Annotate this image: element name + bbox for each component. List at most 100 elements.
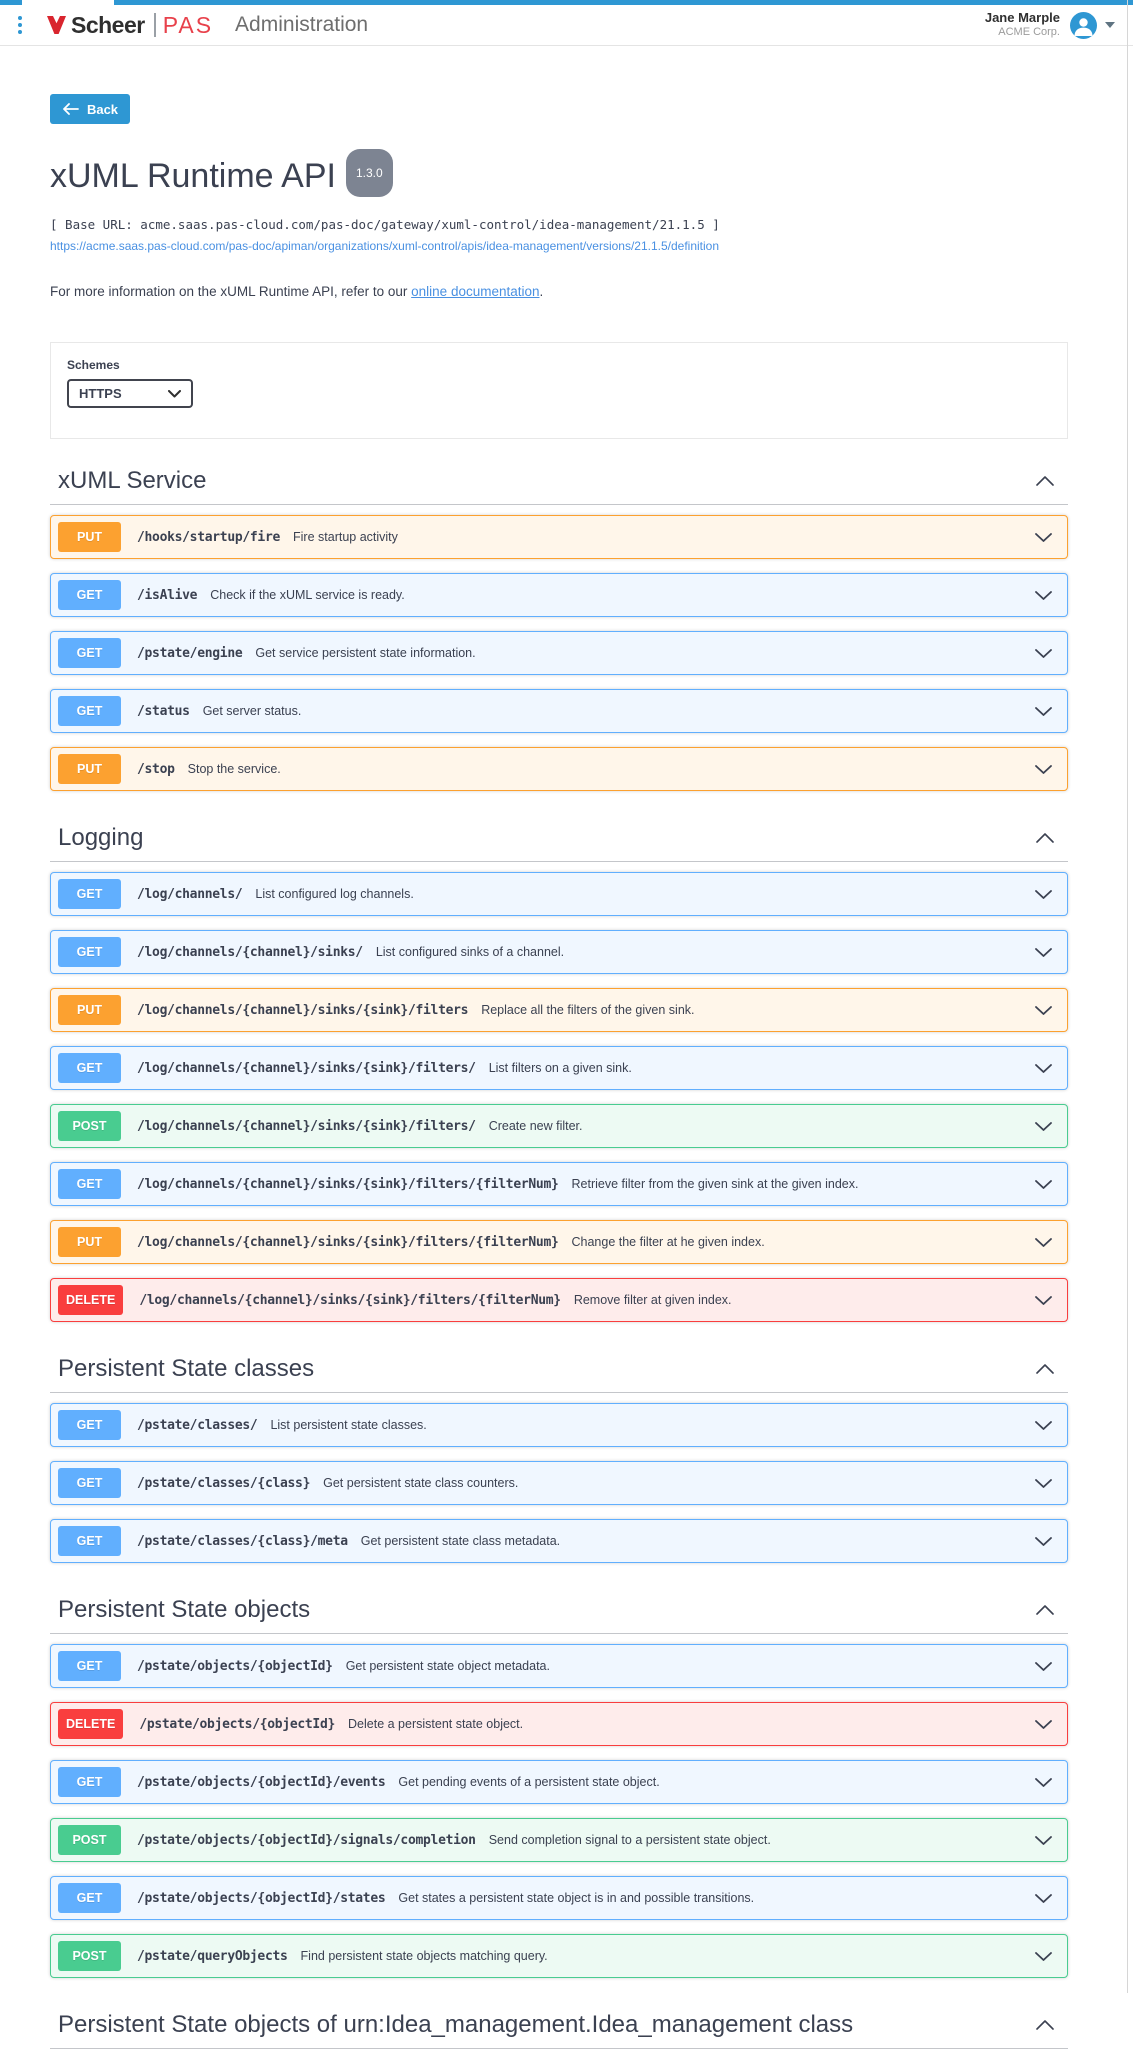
chevron-down-icon[interactable] [1025, 1778, 1052, 1787]
endpoint-row[interactable]: DELETE /pstate/objects/{objectId} Delete… [50, 1702, 1068, 1746]
top-accent-bar-gap [22, 0, 114, 5]
user-menu-caret-icon[interactable] [1105, 22, 1115, 28]
endpoint-row[interactable]: GET /pstate/engine Get service persisten… [50, 631, 1068, 675]
schemes-label: Schemes [67, 358, 1051, 372]
endpoint-row[interactable]: POST /log/channels/{channel}/sinks/{sink… [50, 1104, 1068, 1148]
method-badge: GET [58, 1169, 121, 1199]
chevron-up-icon [1036, 1364, 1054, 1374]
online-documentation-link[interactable]: online documentation [411, 284, 539, 299]
method-badge: GET [58, 1883, 121, 1913]
section-header: xUML Service [50, 467, 1068, 505]
method-badge: DELETE [58, 1709, 123, 1739]
endpoint-row[interactable]: PUT /stop Stop the service. [50, 747, 1068, 791]
endpoint-row[interactable]: GET /log/channels/{channel}/sinks/{sink}… [50, 1046, 1068, 1090]
method-badge: GET [58, 879, 121, 909]
endpoint-row[interactable]: GET /pstate/classes/{class} Get persiste… [50, 1461, 1068, 1505]
endpoint-list [50, 2049, 1068, 2059]
chevron-down-icon[interactable] [1025, 890, 1052, 899]
api-section: xUML Service PUT /hooks/startup/fire Fir… [50, 467, 1068, 791]
method-badge: POST [58, 1825, 121, 1855]
endpoint-row[interactable]: DELETE /log/channels/{channel}/sinks/{si… [50, 1278, 1068, 1322]
chevron-down-icon[interactable] [1025, 1662, 1052, 1671]
endpoint-row[interactable]: PUT /log/channels/{channel}/sinks/{sink}… [50, 988, 1068, 1032]
chevron-down-icon[interactable] [1025, 765, 1052, 774]
scheer-logo-mark [46, 15, 67, 35]
endpoint-row[interactable]: POST /pstate/objects/{objectId}/signals/… [50, 1818, 1068, 1862]
chevron-down-icon[interactable] [1025, 1238, 1052, 1247]
method-badge: GET [58, 1410, 121, 1440]
endpoint-description: Get persistent state object metadata. [346, 1659, 550, 1673]
endpoint-path: /log/channels/{channel}/sinks/{sink}/fil… [137, 1061, 476, 1076]
endpoint-row[interactable]: PUT /log/channels/{channel}/sinks/{sink}… [50, 1220, 1068, 1264]
section-collapse-button[interactable] [1032, 470, 1058, 493]
endpoint-description: Check if the xUML service is ready. [210, 588, 405, 602]
chevron-down-icon[interactable] [1025, 1064, 1052, 1073]
chevron-down-icon[interactable] [1025, 1421, 1052, 1430]
chevron-down-icon[interactable] [1025, 948, 1052, 957]
chevron-down-icon[interactable] [1025, 1296, 1052, 1305]
endpoint-row[interactable]: GET /log/channels/ List configured log c… [50, 872, 1068, 916]
chevron-down-icon[interactable] [1025, 1006, 1052, 1015]
section-collapse-button[interactable] [1032, 2014, 1058, 2037]
chevron-down-icon[interactable] [1025, 1537, 1052, 1546]
chevron-down-icon[interactable] [1025, 1479, 1052, 1488]
endpoint-path: /log/channels/{channel}/sinks/{sink}/fil… [137, 1119, 476, 1134]
section-title: xUML Service [58, 467, 206, 495]
section-collapse-button[interactable] [1032, 1599, 1058, 1622]
section-collapse-button[interactable] [1032, 827, 1058, 850]
chevron-down-icon[interactable] [1025, 1952, 1052, 1961]
endpoint-row[interactable]: GET /status Get server status. [50, 689, 1068, 733]
endpoint-description: List filters on a given sink. [489, 1061, 632, 1075]
scheer-pas-logo: Scheer PAS [46, 12, 213, 39]
schemes-select[interactable]: HTTPS [67, 379, 193, 408]
chevron-down-icon[interactable] [1025, 1180, 1052, 1189]
section-collapse-button[interactable] [1032, 1358, 1058, 1381]
endpoint-row[interactable]: PUT /hooks/startup/fire Fire startup act… [50, 515, 1068, 559]
endpoint-description: Get states a persistent state object is … [398, 1891, 754, 1905]
endpoint-path: /log/channels/{channel}/sinks/{sink}/fil… [137, 1235, 559, 1250]
chevron-down-icon[interactable] [1025, 649, 1052, 658]
endpoint-row[interactable]: GET /pstate/objects/{objectId}/events Ge… [50, 1760, 1068, 1804]
endpoint-row[interactable]: GET /isAlive Check if the xUML service i… [50, 573, 1068, 617]
user-organization: ACME Corp. [985, 26, 1060, 40]
method-badge: PUT [58, 522, 121, 552]
endpoint-row[interactable]: GET /pstate/objects/{objectId} Get persi… [50, 1644, 1068, 1688]
chevron-down-icon[interactable] [1025, 707, 1052, 716]
chevron-down-icon[interactable] [1025, 1720, 1052, 1729]
scrollbar[interactable] [1127, 0, 1128, 1993]
api-definition-link[interactable]: https://acme.saas.pas-cloud.com/pas-doc/… [50, 239, 719, 253]
api-base-url: [ Base URL: acme.saas.pas-cloud.com/pas-… [50, 217, 1068, 232]
chevron-down-icon[interactable] [1025, 591, 1052, 600]
endpoint-description: Delete a persistent state object. [348, 1717, 523, 1731]
endpoint-path: /pstate/objects/{objectId}/states [137, 1891, 385, 1906]
brand-scheer: Scheer [71, 12, 145, 39]
back-button[interactable]: Back [50, 94, 130, 124]
endpoint-description: Replace all the filters of the given sin… [481, 1003, 694, 1017]
user-avatar-icon[interactable] [1070, 12, 1097, 39]
endpoint-description: Get persistent state class counters. [323, 1476, 518, 1490]
api-section: Logging GET /log/channels/ List configur… [50, 824, 1068, 1322]
endpoint-row[interactable]: GET /pstate/classes/{class}/meta Get per… [50, 1519, 1068, 1563]
endpoint-list: GET /pstate/objects/{objectId} Get persi… [50, 1634, 1068, 1978]
chevron-down-icon[interactable] [1025, 1894, 1052, 1903]
endpoint-row[interactable]: GET /log/channels/{channel}/sinks/{sink}… [50, 1162, 1068, 1206]
api-version-badge: 1.3.0 [346, 149, 393, 197]
chevron-down-icon [168, 390, 181, 398]
chevron-up-icon [1036, 1605, 1054, 1615]
endpoint-description: Get server status. [203, 704, 302, 718]
endpoint-path: /pstate/queryObjects [137, 1949, 288, 1964]
api-section: Persistent State classes GET /pstate/cla… [50, 1355, 1068, 1563]
endpoint-row[interactable]: POST /pstate/queryObjects Find persisten… [50, 1934, 1068, 1978]
endpoint-description: Find persistent state objects matching q… [301, 1949, 548, 1963]
menu-kebab-icon[interactable] [10, 12, 30, 38]
endpoint-description: Get service persistent state information… [255, 646, 475, 660]
endpoint-path: /log/channels/{channel}/sinks/{sink}/fil… [137, 1003, 468, 1018]
section-title: Persistent State objects [58, 1596, 310, 1624]
chevron-down-icon[interactable] [1025, 1836, 1052, 1845]
method-badge: GET [58, 937, 121, 967]
endpoint-row[interactable]: GET /pstate/classes/ List persistent sta… [50, 1403, 1068, 1447]
endpoint-row[interactable]: GET /pstate/objects/{objectId}/states Ge… [50, 1876, 1068, 1920]
chevron-down-icon[interactable] [1025, 533, 1052, 542]
chevron-down-icon[interactable] [1025, 1122, 1052, 1131]
endpoint-row[interactable]: GET /log/channels/{channel}/sinks/ List … [50, 930, 1068, 974]
